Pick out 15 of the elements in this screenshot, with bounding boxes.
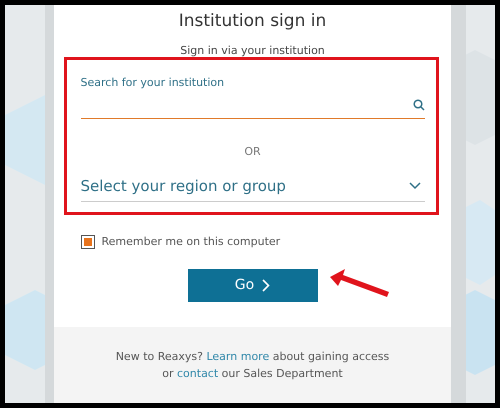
- chevron-down-icon: [408, 182, 420, 190]
- arrow-icon: [329, 268, 391, 298]
- checkbox[interactable]: [80, 235, 94, 250]
- separator-text: OR: [244, 144, 261, 160]
- link[interactable]: Learn more: [206, 350, 270, 363]
- chevron-right-icon: [262, 278, 270, 292]
- page-title: Institution sign in: [178, 10, 326, 33]
- link[interactable]: contact: [177, 367, 218, 380]
- go-button[interactable]: Go: [188, 268, 318, 302]
- subtitle: Sign in via your institution: [180, 42, 325, 58]
- checkbox-label: Remember me on this computer: [102, 234, 280, 250]
- footer-text: New to Reaxys? Learn more about gaining access or contact our Sales Department: [116, 349, 390, 382]
- search-icon: [412, 99, 424, 112]
- search-field[interactable]: Search for your institution: [80, 75, 424, 119]
- region-dropdown[interactable]: Select your region or group: [80, 174, 424, 202]
